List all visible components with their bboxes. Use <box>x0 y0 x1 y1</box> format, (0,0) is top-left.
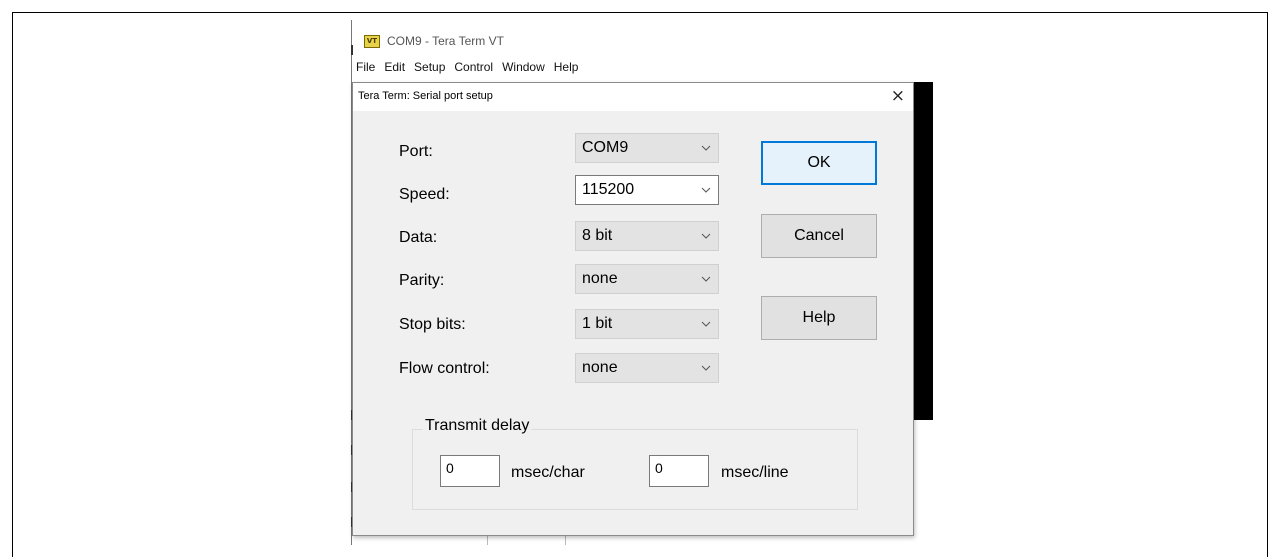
chevron-down-icon <box>701 321 711 327</box>
window-titlebar: VT COM9 - Tera Term VT <box>364 31 504 51</box>
msec-per-line-input[interactable]: 0 <box>649 455 709 487</box>
flow-control-label: Flow control: <box>399 360 490 377</box>
data-value: 8 bit <box>582 227 613 244</box>
port-label: Port: <box>399 143 433 160</box>
speed-combobox[interactable]: 115200 <box>575 175 719 205</box>
parity-select[interactable]: none <box>575 264 719 294</box>
msec-per-char-input[interactable]: 0 <box>440 455 500 487</box>
msec-per-line-unit: msec/line <box>721 464 789 481</box>
chevron-down-icon <box>701 365 711 371</box>
cancel-button[interactable]: Cancel <box>761 214 877 258</box>
data-label: Data: <box>399 229 438 246</box>
menubar: File Edit Setup Control Window Help <box>356 60 587 78</box>
msec-per-char-unit: msec/char <box>511 464 585 481</box>
menu-setup[interactable]: Setup <box>414 60 445 78</box>
stop-bits-label: Stop bits: <box>399 316 466 333</box>
menu-file[interactable]: File <box>356 60 375 78</box>
speed-label: Speed: <box>399 186 450 203</box>
dialog-title: Tera Term: Serial port setup <box>358 90 493 102</box>
data-select[interactable]: 8 bit <box>575 221 719 251</box>
menu-edit[interactable]: Edit <box>384 60 405 78</box>
chevron-down-icon <box>701 276 711 282</box>
window-title: COM9 - Tera Term VT <box>387 34 504 48</box>
ok-button[interactable]: OK <box>761 141 877 185</box>
menu-window[interactable]: Window <box>502 60 545 78</box>
port-select[interactable]: COM9 <box>575 133 719 163</box>
terminal-area <box>913 82 933 420</box>
help-button[interactable]: Help <box>761 296 877 340</box>
menu-help[interactable]: Help <box>554 60 579 78</box>
parent-window-tick <box>351 45 353 55</box>
stop-bits-select[interactable]: 1 bit <box>575 309 719 339</box>
chevron-down-icon <box>701 187 711 193</box>
flow-control-select[interactable]: none <box>575 353 719 383</box>
dialog-titlebar: Tera Term: Serial port setup × <box>353 83 913 111</box>
serial-port-setup-dialog: Tera Term: Serial port setup × Port: COM… <box>352 82 914 536</box>
flow-control-value: none <box>582 359 618 376</box>
port-value: COM9 <box>582 139 629 156</box>
stop-bits-value: 1 bit <box>582 315 613 332</box>
parity-value: none <box>582 270 618 287</box>
vt-terminal-icon: VT <box>364 34 380 48</box>
speed-value: 115200 <box>582 181 635 198</box>
parity-label: Parity: <box>399 272 445 289</box>
chevron-down-icon <box>701 145 711 151</box>
chevron-down-icon <box>701 233 711 239</box>
transmit-delay-legend: Transmit delay <box>423 417 532 435</box>
menu-control[interactable]: Control <box>454 60 493 78</box>
close-icon[interactable]: × <box>891 86 905 106</box>
